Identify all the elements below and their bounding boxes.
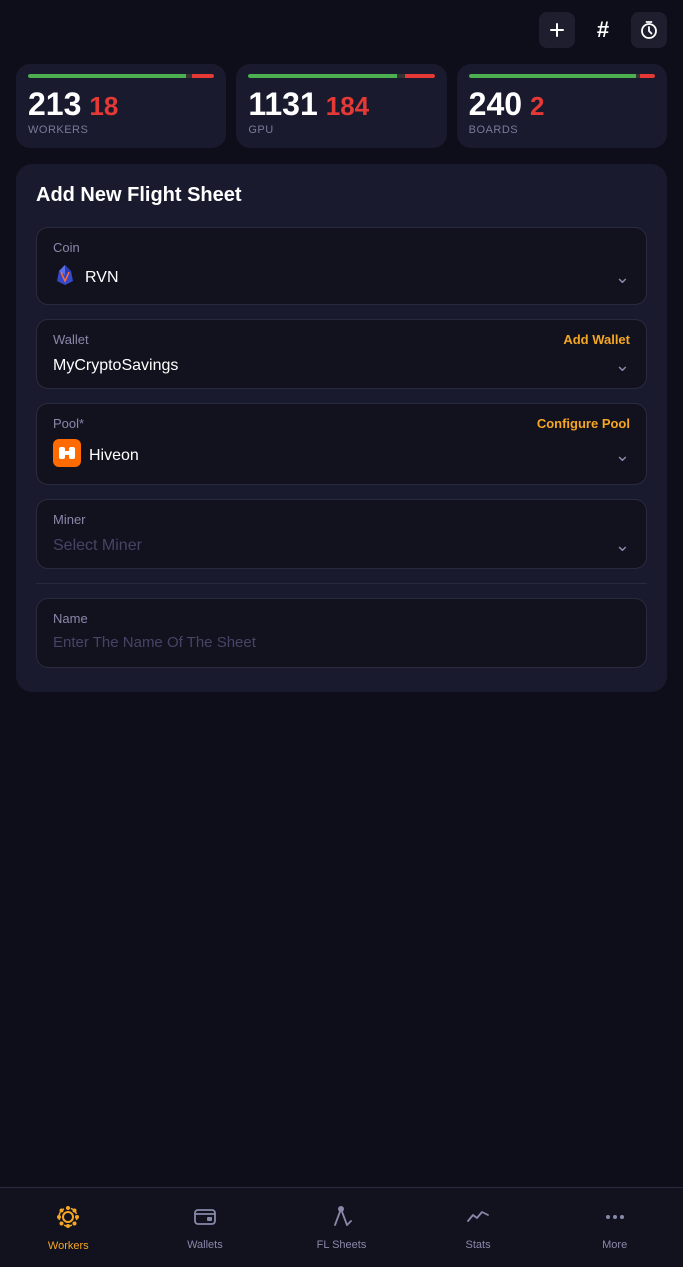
flsheets-nav-icon — [329, 1205, 353, 1235]
more-nav-label: More — [602, 1239, 627, 1251]
boards-main: 240 — [469, 88, 522, 120]
wallets-nav-label: Wallets — [187, 1239, 223, 1251]
pool-chevron-icon: ⌄ — [615, 445, 630, 466]
miner-field[interactable]: Miner Select Miner ⌄ — [36, 499, 647, 569]
gpu-label: GPU — [248, 124, 434, 136]
workers-main: 213 — [28, 88, 81, 120]
miner-value: Select Miner — [53, 537, 142, 555]
hash-button[interactable]: # — [585, 12, 621, 48]
name-label: Name — [53, 611, 88, 626]
nav-item-workers[interactable]: Workers — [0, 1194, 137, 1262]
boards-label: BOARDS — [469, 124, 655, 136]
form-divider — [36, 583, 647, 584]
workers-nav-icon — [55, 1204, 81, 1236]
stats-row: 213 18 WORKERS 1131 184 GPU 240 2 BOARDS — [0, 56, 683, 164]
wallet-chevron-icon: ⌄ — [615, 355, 630, 376]
flsheets-nav-label: FL Sheets — [317, 1239, 367, 1251]
name-placeholder: Enter The Name Of The Sheet — [53, 634, 630, 651]
miner-value-text: Select Miner — [53, 537, 142, 555]
miner-chevron-icon: ⌄ — [615, 535, 630, 556]
flight-sheet-form: Add New Flight Sheet Coin — [16, 164, 667, 692]
stats-nav-label: Stats — [466, 1239, 491, 1251]
timer-button[interactable] — [631, 12, 667, 48]
workers-sub: 18 — [89, 93, 118, 119]
configure-pool-button[interactable]: Configure Pool — [537, 416, 630, 431]
pool-label: Pool* — [53, 416, 84, 431]
coin-chevron-icon: ⌄ — [615, 267, 630, 288]
wallet-value-text: MyCryptoSavings — [53, 357, 178, 375]
nav-item-wallets[interactable]: Wallets — [137, 1195, 274, 1261]
add-wallet-button[interactable]: Add Wallet — [563, 332, 630, 347]
stats-nav-icon — [466, 1205, 490, 1235]
more-nav-icon — [603, 1205, 627, 1235]
gpu-card[interactable]: 1131 184 GPU — [236, 64, 446, 148]
hiveon-icon — [53, 439, 81, 472]
nav-item-flsheets[interactable]: FL Sheets — [273, 1195, 410, 1261]
gpu-sub: 184 — [326, 93, 369, 119]
wallet-field[interactable]: Wallet Add Wallet MyCryptoSavings ⌄ — [36, 319, 647, 389]
gpu-main: 1131 — [248, 88, 317, 120]
workers-label: WORKERS — [28, 124, 214, 136]
main-content: Add New Flight Sheet Coin — [0, 164, 683, 1161]
pool-value-text: Hiveon — [53, 439, 139, 472]
workers-nav-label: Workers — [48, 1240, 89, 1252]
add-button[interactable] — [539, 12, 575, 48]
rvn-icon — [53, 263, 77, 292]
wallet-value: MyCryptoSavings — [53, 357, 178, 375]
boards-sub: 2 — [530, 93, 544, 119]
nav-item-more[interactable]: More — [546, 1195, 683, 1261]
form-title: Add New Flight Sheet — [36, 184, 647, 207]
pool-value: Hiveon — [89, 447, 139, 465]
bottom-nav: Workers Wallets FL Sheets — [0, 1187, 683, 1267]
workers-card[interactable]: 213 18 WORKERS — [16, 64, 226, 148]
miner-label: Miner — [53, 512, 86, 527]
top-bar: # — [0, 0, 683, 56]
name-field[interactable]: Name Enter The Name Of The Sheet — [36, 598, 647, 668]
wallet-label: Wallet — [53, 332, 89, 347]
wallets-nav-icon — [193, 1205, 217, 1235]
coin-label: Coin — [53, 240, 80, 255]
pool-field[interactable]: Pool* Configure Pool Hiveon ⌄ — [36, 403, 647, 485]
nav-item-stats[interactable]: Stats — [410, 1195, 547, 1261]
coin-value: RVN — [85, 269, 119, 287]
coin-value-text: RVN — [53, 263, 119, 292]
boards-card[interactable]: 240 2 BOARDS — [457, 64, 667, 148]
coin-field[interactable]: Coin RVN ⌄ — [36, 227, 647, 305]
